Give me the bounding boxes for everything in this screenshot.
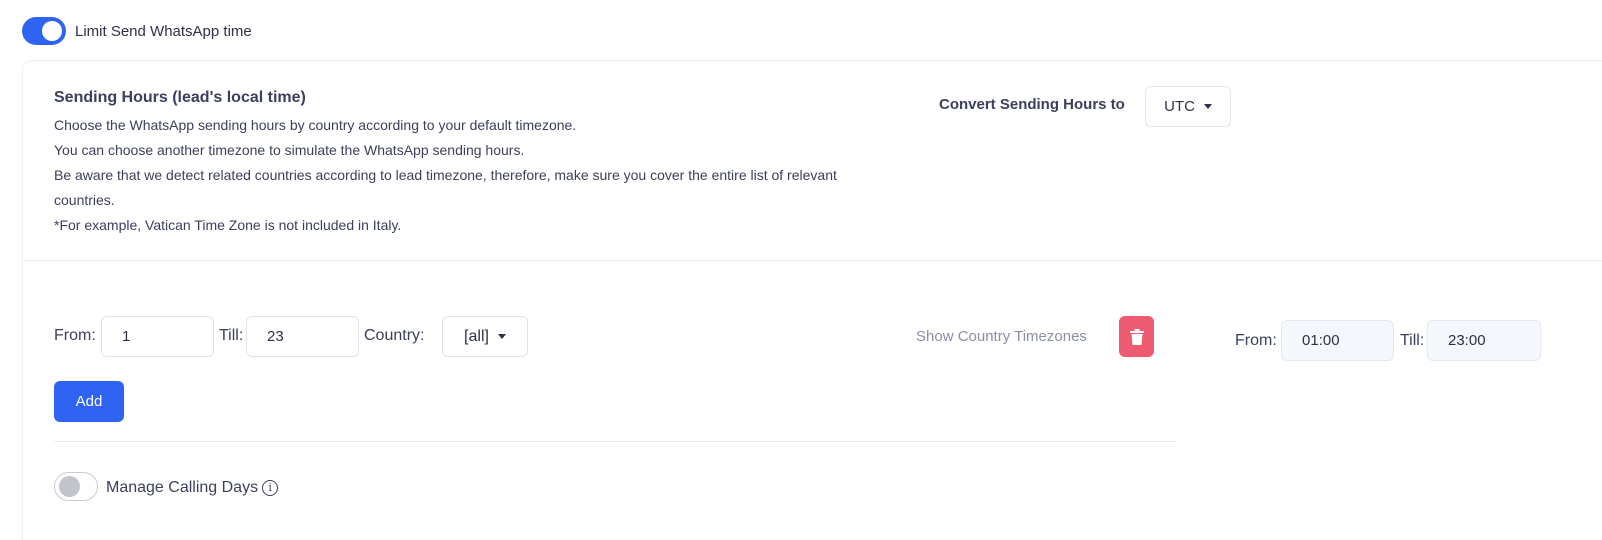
show-country-timezones-link[interactable]: Show Country Timezones [916, 328, 1087, 345]
info-icon[interactable]: i [262, 480, 279, 496]
toggle-knob [42, 21, 62, 41]
sending-hours-card: Sending Hours (lead's local time) Choose… [22, 60, 1602, 540]
from-hour-input[interactable]: 1 [101, 316, 214, 357]
limit-send-toggle[interactable] [22, 17, 66, 45]
country-value: [all] [464, 327, 489, 345]
timezone-value: UTC [1164, 98, 1195, 115]
country-select[interactable]: [all] [442, 316, 528, 357]
from-label: From: [54, 327, 96, 344]
converted-from-field: 01:00 [1281, 320, 1394, 361]
manage-calling-days-toggle[interactable] [54, 472, 98, 501]
section-divider [54, 441, 1176, 442]
description-line: Choose the WhatsApp sending hours by cou… [54, 117, 577, 133]
till-label: Till: [219, 327, 244, 344]
section-divider [23, 260, 1602, 261]
limit-send-toggle-row: Limit Send WhatsApp time [22, 16, 252, 46]
converted-from-label: From: [1235, 332, 1277, 349]
till-hour-input[interactable]: 23 [246, 316, 359, 357]
timezone-select[interactable]: UTC [1145, 86, 1231, 127]
description-line: Be aware that we detect related countrie… [54, 167, 837, 208]
convert-hours-label: Convert Sending Hours to [939, 96, 1125, 113]
converted-till-field: 23:00 [1427, 320, 1541, 361]
add-button[interactable]: Add [54, 381, 124, 422]
converted-till-label: Till: [1400, 332, 1425, 349]
description-line: You can choose another timezone to simul… [54, 142, 525, 158]
toggle-knob [59, 476, 80, 497]
sending-hours-description: Choose the WhatsApp sending hours by cou… [54, 113, 874, 238]
limit-send-label: Limit Send WhatsApp time [75, 22, 252, 40]
caret-down-icon [1203, 104, 1212, 109]
sending-hours-title: Sending Hours (lead's local time) [54, 89, 306, 106]
delete-rule-button[interactable] [1119, 316, 1154, 357]
manage-calling-days-label: Manage Calling Days [106, 479, 259, 496]
description-line: *For example, Vatican Time Zone is not i… [54, 217, 402, 233]
trash-icon [1129, 328, 1144, 345]
manage-calling-days-row: Manage Calling Days i [106, 479, 279, 497]
country-label: Country: [364, 327, 425, 344]
caret-down-icon [497, 334, 506, 339]
